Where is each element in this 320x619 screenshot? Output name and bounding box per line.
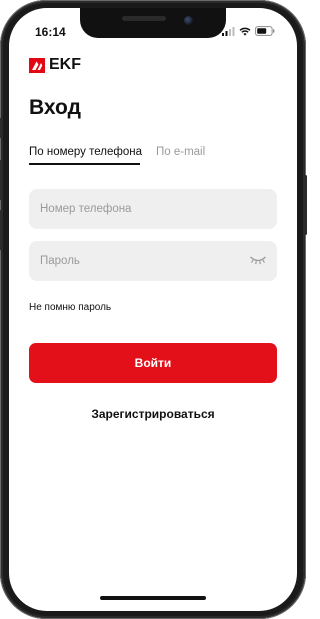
notch — [80, 8, 226, 38]
volume-up-button — [0, 160, 2, 200]
password-input[interactable] — [40, 241, 240, 281]
password-field — [29, 241, 277, 281]
phone-input[interactable] — [40, 189, 240, 229]
home-indicator[interactable] — [100, 596, 206, 600]
phone-field — [29, 189, 277, 229]
page-title: Вход — [29, 96, 81, 119]
phone-frame: 16:14 EKF Вход По номеру телефона По e-m… — [0, 0, 307, 619]
status-icons — [222, 25, 275, 37]
eye-closed-icon[interactable] — [249, 254, 267, 266]
screen: 16:14 EKF Вход По номеру телефона По e-m… — [9, 8, 297, 611]
forgot-password-link[interactable]: Не помню пароль — [29, 302, 111, 313]
tab-email[interactable]: По e-mail — [156, 146, 205, 164]
brand-logo: EKF — [29, 56, 81, 74]
login-method-tabs: По номеру телефона По e-mail — [29, 146, 205, 164]
front-camera-icon — [184, 16, 193, 25]
battery-icon — [255, 26, 275, 36]
wifi-icon — [239, 27, 251, 36]
tab-phone[interactable]: По номеру телефона — [29, 146, 142, 164]
logo-text: EKF — [49, 56, 81, 73]
power-button — [304, 175, 307, 235]
cellular-signal-icon — [222, 26, 235, 36]
register-link[interactable]: Зарегистрироваться — [9, 407, 297, 421]
mute-switch — [0, 118, 2, 138]
status-time: 16:14 — [35, 25, 66, 39]
active-tab-indicator — [29, 163, 140, 165]
ekf-logo-mark-icon — [29, 57, 45, 73]
login-button[interactable]: Войти — [29, 343, 277, 383]
volume-down-button — [0, 210, 2, 250]
